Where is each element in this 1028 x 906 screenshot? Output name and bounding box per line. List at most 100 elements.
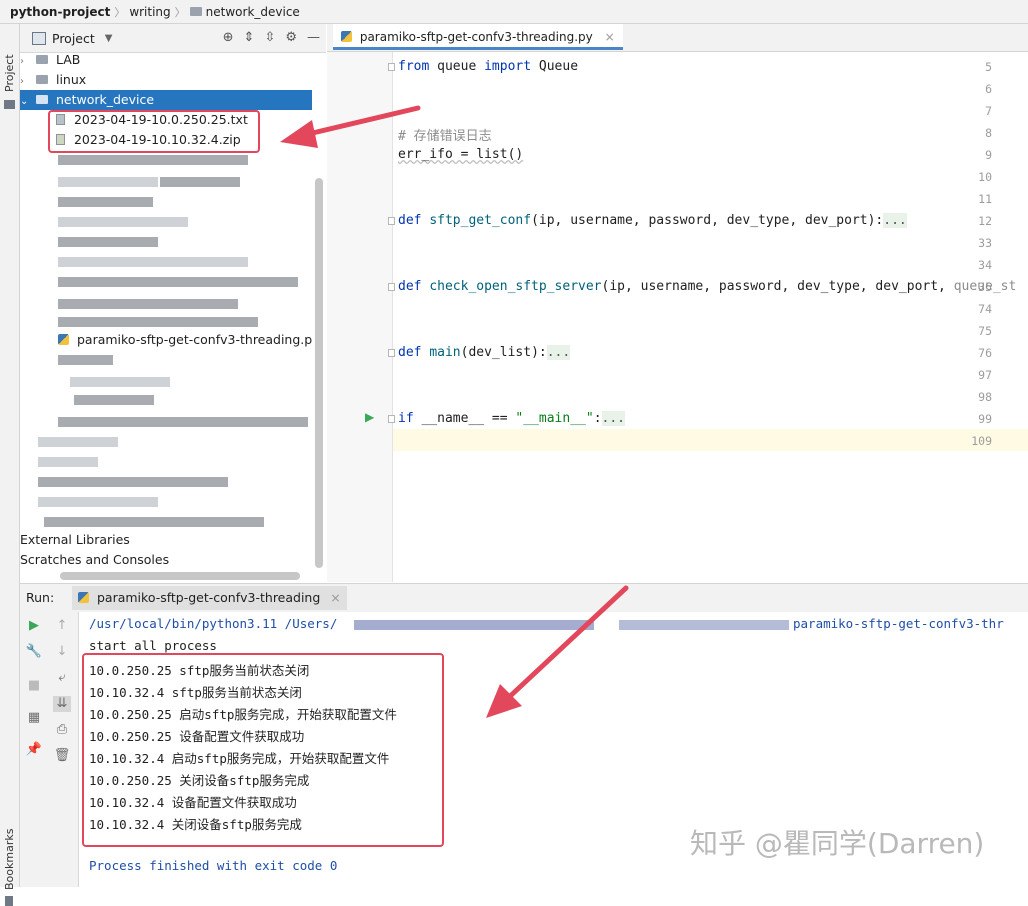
- obscured-text: [38, 457, 98, 467]
- horizontal-scrollbar[interactable]: [60, 572, 300, 580]
- chevron-down-icon[interactable]: ⌄: [20, 92, 32, 112]
- obscured-text: [38, 437, 118, 447]
- console-finished-line: Process finished with exit code 0: [89, 858, 338, 873]
- obscured-text: [58, 197, 153, 207]
- line-number: 98: [978, 390, 992, 404]
- line-number: 74: [978, 302, 992, 316]
- line-number: 34: [978, 258, 992, 272]
- line-number: 99: [978, 412, 992, 426]
- console-command: /usr/local/bin/python3.11 /Users/: [89, 616, 337, 631]
- breadcrumb-writing[interactable]: writing: [129, 5, 170, 19]
- tree-item-network-device[interactable]: ⌄ network_device: [20, 90, 312, 110]
- line-number: 12: [978, 214, 992, 228]
- arrow-down-icon[interactable]: ↓: [53, 644, 71, 660]
- code-token: queue_st: [953, 279, 1017, 294]
- project-folder-icon[interactable]: [4, 100, 15, 109]
- close-icon[interactable]: ×: [605, 30, 615, 44]
- code-line-12: def sftp_get_conf(ip, username, password…: [398, 213, 907, 228]
- folder-icon: [35, 55, 48, 64]
- code-token: main: [429, 345, 461, 360]
- hide-icon[interactable]: —: [307, 30, 320, 45]
- rerun-icon[interactable]: ▶: [25, 618, 43, 634]
- tree-item-label: paramiko-sftp-get-confv3-threading.p: [76, 332, 313, 347]
- scroll-to-end-icon[interactable]: ⇊: [53, 696, 71, 712]
- locate-icon[interactable]: ⊕: [223, 30, 234, 45]
- breadcrumb-project[interactable]: python-project: [10, 5, 110, 19]
- close-icon[interactable]: ×: [330, 590, 340, 605]
- breadcrumb-network-device[interactable]: network_device: [206, 5, 300, 19]
- collapse-all-icon[interactable]: ⇳: [264, 30, 275, 45]
- watermark: 知乎 @瞿同学(Darren): [690, 827, 985, 860]
- tree-item-external-libraries[interactable]: External Libraries: [20, 530, 130, 550]
- arrow-up-icon[interactable]: ↑: [53, 618, 71, 634]
- line-number: 6: [985, 82, 992, 96]
- tree-item-lab[interactable]: › LAB: [20, 53, 326, 70]
- tab-paramiko-script[interactable]: paramiko-sftp-get-confv3-threading.py ×: [333, 24, 623, 50]
- bookmarks-side-tab[interactable]: Bookmarks: [3, 829, 16, 890]
- navigation-bar: python-project 〉 writing 〉 network_devic…: [0, 0, 1028, 24]
- obscured-text: [58, 277, 298, 287]
- fold-marker[interactable]: [388, 283, 395, 291]
- gear-icon[interactable]: ⚙: [285, 30, 297, 45]
- code-line-35: def check_open_sftp_server(ip, username,…: [398, 279, 1016, 294]
- line-number: 8: [985, 126, 992, 140]
- obscured-text: [354, 620, 594, 630]
- fold-marker[interactable]: [388, 63, 395, 71]
- code-token: queue: [429, 59, 485, 74]
- line-number: 76: [978, 346, 992, 360]
- project-icon: [32, 31, 46, 45]
- breadcrumb-separator: 〉: [114, 5, 126, 19]
- code-editor[interactable]: 5 6 7 8 9 10 11 12 33 34 35 74 75 76 97 …: [327, 52, 1028, 582]
- fold-marker[interactable]: [388, 349, 395, 357]
- vertical-scrollbar[interactable]: [315, 178, 323, 568]
- command-path-end: paramiko-sftp-get-confv3-thr: [793, 616, 1004, 631]
- code-line-8: # 存储错误日志: [398, 129, 492, 144]
- obscured-text: [38, 477, 228, 487]
- obscured-text: [70, 377, 170, 387]
- print-icon[interactable]: ⎙: [53, 722, 71, 738]
- stop-icon[interactable]: ■: [25, 678, 43, 694]
- code-token: (ip, username, password, dev_type, dev_p…: [601, 279, 954, 294]
- obscured-text: [58, 317, 258, 327]
- chevron-right-icon[interactable]: ›: [20, 72, 32, 92]
- bookmark-icon[interactable]: [5, 896, 13, 906]
- tree-item-linux[interactable]: › linux: [20, 70, 326, 90]
- fold-marker[interactable]: [388, 217, 395, 225]
- line-number: 109: [971, 434, 992, 448]
- run-gutter-icon[interactable]: ▶: [365, 410, 374, 424]
- wrench-icon[interactable]: 🔧: [25, 644, 43, 660]
- project-view-selector[interactable]: Project ▼: [32, 31, 112, 46]
- folded-code[interactable]: ...: [601, 411, 625, 426]
- folded-code[interactable]: ...: [546, 345, 571, 360]
- code-token: sftp_get_conf: [429, 213, 532, 228]
- code-token: import: [484, 59, 532, 74]
- line-number: 7: [985, 104, 992, 118]
- tree-item-label: linux: [55, 72, 87, 87]
- project-title: Project: [52, 30, 95, 46]
- fold-marker[interactable]: [388, 415, 395, 423]
- obscured-text: [58, 177, 158, 187]
- chevron-down-icon[interactable]: ▼: [105, 33, 113, 44]
- code-line-99: if __name__ == "__main__":...: [398, 411, 625, 426]
- obscured-text: [58, 237, 158, 247]
- pin-icon[interactable]: 📌: [25, 742, 43, 758]
- tree-item-py-file[interactable]: paramiko-sftp-get-confv3-threading.p: [58, 330, 312, 350]
- layout-icon[interactable]: ▦: [25, 710, 43, 726]
- code-token: check_open_sftp_server: [429, 279, 602, 294]
- tree-item-scratches[interactable]: Scratches and Consoles: [20, 550, 169, 565]
- soft-wrap-icon[interactable]: ⤶: [53, 670, 71, 686]
- project-side-tab[interactable]: Project: [3, 54, 16, 92]
- code-token: def: [398, 213, 422, 228]
- code-token: def: [398, 279, 422, 294]
- trash-icon[interactable]: 🗑: [53, 748, 71, 764]
- obscured-text: [44, 517, 264, 527]
- code-token: "__main__": [515, 411, 594, 426]
- code-token: from: [398, 59, 430, 74]
- code-token: def: [398, 345, 422, 360]
- expand-all-icon[interactable]: ⇕: [244, 30, 255, 45]
- python-file-icon: [58, 334, 69, 345]
- folded-code[interactable]: ...: [883, 213, 907, 228]
- run-tab[interactable]: paramiko-sftp-get-confv3-threading ×: [72, 586, 347, 610]
- obscured-text: [74, 395, 154, 405]
- line-number: 97: [978, 368, 992, 382]
